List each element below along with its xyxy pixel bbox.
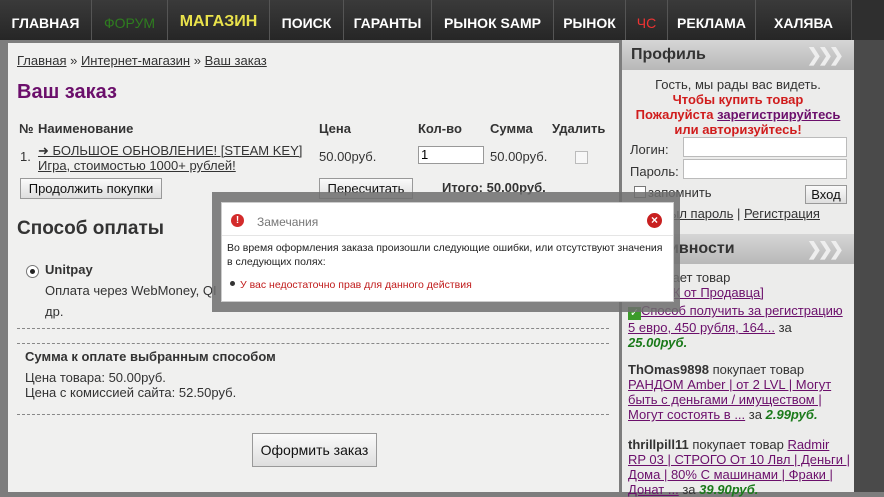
delete-checkbox[interactable]: [575, 151, 588, 164]
login-label: Логин:: [630, 142, 669, 157]
nav-shop[interactable]: МАГАЗИН: [168, 0, 270, 40]
nav-blacklist[interactable]: ЧС: [626, 0, 668, 40]
dialog-message: Во время оформления заказа произошли сле…: [227, 242, 663, 268]
bullet-icon: [230, 281, 235, 286]
pay-sum-heading: Сумма к оплате выбранным способом: [25, 349, 276, 364]
activity-item: ThOmas9898 покупает товар РАНДОМ Amber |…: [628, 362, 850, 422]
top-nav: ГЛАВНАЯ ФОРУМ МАГАЗИН ПОИСК ГАРАНТЫ РЫНО…: [0, 0, 884, 40]
quantity-input[interactable]: 1: [418, 146, 484, 164]
activity-price: 2.99руб.: [765, 407, 818, 422]
login-notice: или авторизуйтесь!: [674, 122, 802, 137]
product-link[interactable]: ➜ БОЛЬШОЕ ОБНОВЛЕНИЕ! [STEAM KEY] Игра, …: [38, 143, 302, 173]
nav-home[interactable]: ГЛАВНАЯ: [0, 0, 92, 40]
close-icon[interactable]: ×: [647, 213, 662, 228]
header-price: Цена: [319, 121, 351, 136]
profile-heading: Профиль ❯❯❯: [622, 40, 854, 70]
breadcrumb-shop[interactable]: Интернет-магазин: [81, 53, 190, 68]
activity-price: 25.00руб.: [628, 335, 688, 350]
link-separator: |: [733, 206, 744, 221]
divider: [17, 343, 609, 344]
breadcrumb-home[interactable]: Главная: [17, 53, 66, 68]
nav-market[interactable]: РЫНОК: [554, 0, 626, 40]
registration-link[interactable]: Регистрация: [744, 206, 820, 221]
row-sum: 50.00руб.: [490, 149, 548, 164]
nav-samp-market[interactable]: РЫНОК SAMP: [432, 0, 554, 40]
nav-forum[interactable]: ФОРУМ: [92, 0, 168, 40]
divider: [17, 414, 609, 415]
divider: [17, 328, 609, 329]
header-name: Наименование: [38, 121, 134, 136]
breadcrumb-separator: »: [66, 53, 81, 68]
continue-shopping-button[interactable]: Продолжить покупки: [20, 178, 162, 199]
row-num: 1.: [20, 149, 31, 164]
for-word: за: [778, 320, 792, 335]
activity-user[interactable]: thrillpill11: [628, 437, 689, 452]
password-label: Пароль:: [630, 164, 679, 179]
dialog-error: У вас недостаточно прав для данного дейс…: [240, 279, 472, 291]
dialog-title: Замечания: [257, 215, 319, 229]
please-text: Пожалуйста: [635, 107, 718, 122]
breadcrumb-order[interactable]: Ваш заказ: [205, 53, 267, 68]
nav-freebie[interactable]: ХАЛЯВА: [756, 0, 852, 40]
header-num: №: [19, 121, 34, 136]
buy-notice: Чтобы купить товар: [672, 92, 804, 107]
profile-heading-text: Профиль: [631, 46, 706, 63]
row-price: 50.00руб.: [319, 149, 377, 164]
nav-guarantors[interactable]: ГАРАНТЫ: [344, 0, 432, 40]
login-button[interactable]: Вход: [805, 185, 847, 204]
nav-advertising[interactable]: РЕКЛАМА: [668, 0, 756, 40]
breadcrumb-separator: »: [190, 53, 205, 68]
activity-action: покупает товар: [712, 362, 805, 377]
checkout-button[interactable]: Оформить заказ: [252, 433, 377, 467]
activity-user[interactable]: ThOmas9898: [628, 362, 709, 377]
chevrons-icon: ❯❯❯: [806, 239, 844, 259]
breadcrumb: Главная » Интернет-магазин » Ваш заказ: [17, 53, 267, 68]
activity-price: 39.90руб.: [699, 482, 759, 497]
dialog-header: ! Замечания ×: [222, 203, 673, 236]
recovery-links: ыл пароль | Регистрация: [670, 206, 820, 221]
activity-item: thrillpill11 покупает товар Radmir RP 03…: [628, 437, 850, 497]
warning-icon: !: [231, 214, 244, 227]
for-word: за: [748, 407, 762, 422]
password-input[interactable]: [683, 159, 847, 179]
payment-method-name: Unitpay: [45, 262, 93, 277]
product-name-line2[interactable]: Игра, стоимостью 1000+ рублей!: [38, 158, 302, 173]
header-delete: Удалить: [552, 121, 606, 136]
error-dialog: ! Замечания × Во время оформления заказа…: [221, 202, 674, 302]
unitpay-radio[interactable]: [26, 265, 39, 278]
guest-greeting: Гость, мы рады вас видеть.: [655, 77, 821, 92]
activity-action: покупает товар: [692, 437, 784, 452]
page-title: Ваш заказ: [17, 81, 117, 103]
product-name-line1[interactable]: ➜ БОЛЬШОЕ ОБНОВЛЕНИЕ! [STEAM KEY]: [38, 143, 302, 158]
login-input[interactable]: [683, 137, 847, 157]
nav-search[interactable]: ПОИСК: [270, 0, 344, 40]
commission-price: Цена с комиссией сайта: 52.50руб.: [25, 385, 237, 400]
goods-price: Цена товара: 50.00руб.: [25, 370, 166, 385]
chevrons-icon: ❯❯❯: [806, 45, 844, 65]
payment-desc-line1: Оплата через WebMoney, QI: [45, 283, 217, 298]
page-edge: [854, 40, 884, 492]
for-word: за: [682, 482, 696, 497]
header-qty: Кол-во: [418, 121, 462, 136]
payment-heading: Способ оплаты: [17, 218, 164, 239]
payment-desc-line2: др.: [45, 304, 64, 319]
header-sum: Сумма: [490, 121, 533, 136]
register-link[interactable]: зарегистрируйтесь: [717, 107, 840, 122]
register-notice: Пожалуйста зарегистрируйтесь: [622, 107, 854, 122]
